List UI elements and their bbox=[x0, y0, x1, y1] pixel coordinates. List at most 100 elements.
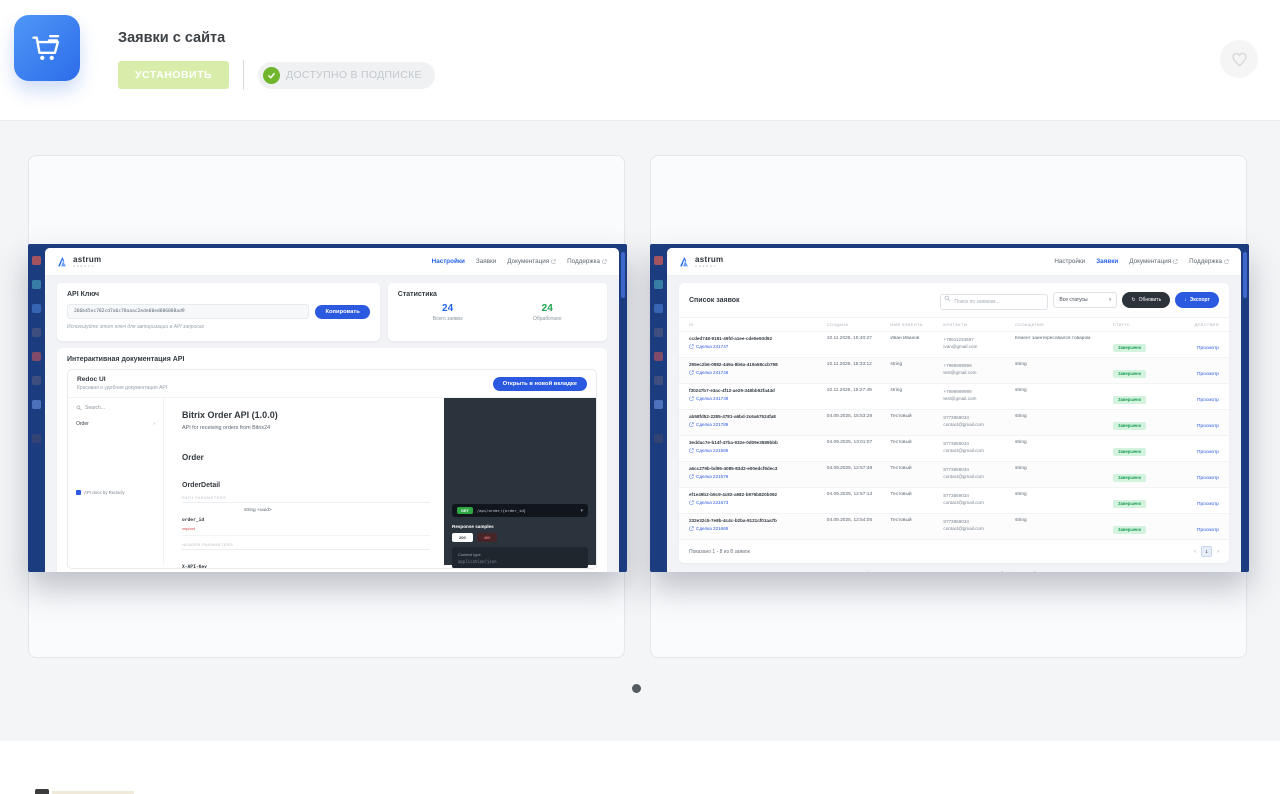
list-toolbar: Список заявок Все статусы ▾ bbox=[679, 283, 1229, 317]
client-name: Иван Иванов bbox=[890, 336, 920, 341]
astrum-logo-icon bbox=[58, 256, 66, 267]
deal-link: Сделка 221669 bbox=[689, 526, 827, 531]
deal-link: Сделка 241747 bbox=[689, 344, 827, 349]
search-field bbox=[940, 290, 1049, 310]
table-rows: ccded748-9181-49fd-a1ee-cde5e93d92 Сделк… bbox=[679, 332, 1229, 540]
app-header: astrum agency Настройки Заявки Документа… bbox=[45, 248, 619, 276]
external-link-icon bbox=[689, 421, 694, 427]
message: string bbox=[1014, 492, 1027, 497]
status-cell: Завершено bbox=[1112, 518, 1171, 536]
scrollbar[interactable] bbox=[1241, 244, 1249, 572]
copy-button: Копировать bbox=[315, 304, 370, 319]
page-title: Заявки с сайта bbox=[118, 30, 226, 46]
app-screenshot-settings: astrum agency Настройки Заявки Документа… bbox=[28, 244, 627, 572]
deal-link: Сделка 241746 bbox=[689, 370, 827, 375]
path-parameters-label: PATH PARAMETERS bbox=[182, 496, 430, 503]
external-link-icon bbox=[689, 369, 694, 375]
created-at: 10.11.2025, 15:33:12 bbox=[826, 362, 872, 367]
stat-total: 24 Всего заявок bbox=[432, 303, 463, 322]
install-button[interactable]: УСТАНОВИТЬ bbox=[118, 61, 230, 89]
astrum-logo: astrum agency bbox=[679, 254, 724, 268]
subscription-badge-label: ДОСТУПНО В ПОДПИСКЕ bbox=[286, 69, 422, 81]
settings-body: API Ключ 266b45ec782cd7a6c78aaac2ede60ed… bbox=[45, 276, 619, 572]
table-row: 295ec2b6-0982-449a-8b6a-419a58ccb798 Сде… bbox=[679, 358, 1229, 384]
deal-link: Сделка 221673 bbox=[689, 500, 827, 505]
scrollbar[interactable] bbox=[619, 244, 627, 572]
download-icon: ↓ bbox=[1184, 297, 1187, 303]
status-cell: Завершено bbox=[1112, 466, 1171, 484]
status-cell: Завершено bbox=[1112, 440, 1171, 458]
status-badge: Завершено bbox=[1112, 395, 1147, 404]
astrum-logo-icon bbox=[680, 256, 688, 267]
docs-title: Интерактивная документация API bbox=[67, 356, 185, 363]
gallery-card-settings[interactable]: astrum agency Настройки Заявки Документа… bbox=[28, 155, 627, 658]
message: string bbox=[1014, 518, 1027, 523]
chevron-down-icon: ▾ bbox=[580, 507, 583, 514]
nav-requests: Заявки bbox=[1096, 258, 1119, 265]
rows-summary: Показано 1 - 8 из 8 заявок bbox=[689, 548, 750, 555]
redoc-search: Search... bbox=[76, 405, 155, 411]
redoc-embed: Redoc UI Красивая и удобная документация… bbox=[67, 369, 597, 569]
carousel-dot[interactable] bbox=[632, 684, 641, 693]
section-order: Order bbox=[182, 453, 204, 462]
external-link-icon bbox=[1224, 259, 1229, 264]
table-header: ID Создана Имя клиента Контакты Сообщени… bbox=[679, 317, 1229, 332]
deal-link: Сделка 221789 bbox=[689, 422, 827, 427]
email: test@gmail.com bbox=[943, 370, 977, 376]
api-title: Bitrix Order API (1.0.0) bbox=[182, 410, 278, 420]
actions-cell: Просмотр bbox=[1171, 414, 1219, 432]
created-at: 10.11.2025, 15:27:49 bbox=[826, 388, 872, 393]
status-badge: Завершено bbox=[1112, 499, 1147, 508]
deal-link: Сделка 221679 bbox=[689, 474, 827, 479]
nav-requests: Заявки bbox=[475, 258, 497, 265]
http-method-chip: GET bbox=[457, 507, 473, 514]
external-link-icon bbox=[689, 447, 694, 453]
table-row: 3eddac7e-b14f-47ba-932e-0d09e3589bbb Сде… bbox=[679, 436, 1229, 462]
request-id: 3eddac7e-b14f-47ba-932e-0d09e3589bbb bbox=[689, 440, 778, 445]
phone: 8773869034 bbox=[943, 493, 969, 498]
tab-400: 400 bbox=[476, 533, 498, 542]
favorite-button[interactable] bbox=[1220, 40, 1258, 78]
gallery-card-requests[interactable]: astrum agency Настройки Заявки Документа… bbox=[650, 155, 1249, 658]
stat-processed: 24 Обработано bbox=[533, 303, 562, 322]
redocly-badge: API docs by Redocly bbox=[76, 490, 125, 495]
search-icon bbox=[76, 405, 82, 411]
status-badge: Завершено bbox=[1112, 369, 1147, 378]
request-path: /api/order/{order_id} bbox=[476, 508, 527, 513]
status-badge: Завершено bbox=[1112, 447, 1147, 456]
api-key-hint: Используйте этот ключ для авторизации в … bbox=[67, 324, 205, 330]
redocly-icon bbox=[76, 490, 81, 495]
screenshot-gallery: astrum agency Настройки Заявки Документа… bbox=[0, 121, 1280, 741]
client-name: Тестовый bbox=[890, 466, 912, 471]
message: string bbox=[1014, 414, 1027, 419]
astrum-logo: astrum agency bbox=[57, 255, 101, 268]
copyright: © 2025 ООО "АСТРУМ ЭДЖЕНСИ". Все права з… bbox=[867, 571, 986, 572]
message: string bbox=[1014, 440, 1027, 445]
contacts: 8773869034 contact@gmail.com bbox=[943, 466, 1015, 480]
phone: +79911234567 bbox=[943, 337, 974, 342]
deal-link: Сделка 241739 bbox=[689, 396, 827, 401]
brand-name: astrum bbox=[695, 254, 724, 264]
external-link-icon bbox=[689, 473, 694, 479]
status-cell: Завершено bbox=[1112, 336, 1171, 354]
phone: 8773869034 bbox=[943, 441, 969, 446]
created-at: 04.09.2025, 15:53:28 bbox=[826, 414, 873, 419]
app-nav: Настройки Заявки Документация Поддержка bbox=[432, 258, 607, 265]
table-row: f30247b7-e3ac-4f12-ae29-348bb92fa44d Сде… bbox=[679, 384, 1229, 410]
header: Заявки с сайта УСТАНОВИТЬ ДОСТУПНО В ПОД… bbox=[0, 0, 1280, 121]
status-cell: Завершено bbox=[1112, 492, 1171, 510]
created-at: 10.11.2025, 15:40:27 bbox=[826, 336, 872, 341]
external-link-icon bbox=[689, 395, 694, 401]
table-row: ef1e49b2-b9c9-4c82-a982-b976b820b092 Сде… bbox=[679, 488, 1229, 514]
actions-cell: Просмотр bbox=[1171, 466, 1219, 484]
email: contact@gmail.com bbox=[943, 526, 984, 532]
request-bar: GET /api/order/{order_id} ▾ bbox=[452, 504, 588, 517]
table-row: ccded748-9181-49fd-a1ee-cde5e93d92 Сделк… bbox=[679, 332, 1229, 358]
next-page-button: › bbox=[1217, 548, 1219, 555]
api-docs-card: Интерактивная документация API Redoc UI … bbox=[57, 348, 607, 572]
view-link: Просмотр bbox=[1197, 398, 1219, 403]
client-name: Тестовый bbox=[890, 492, 912, 497]
actions-cell: Просмотр bbox=[1171, 440, 1219, 458]
status-cell: Завершено bbox=[1112, 414, 1171, 432]
client-name: Тестовый bbox=[890, 440, 912, 445]
